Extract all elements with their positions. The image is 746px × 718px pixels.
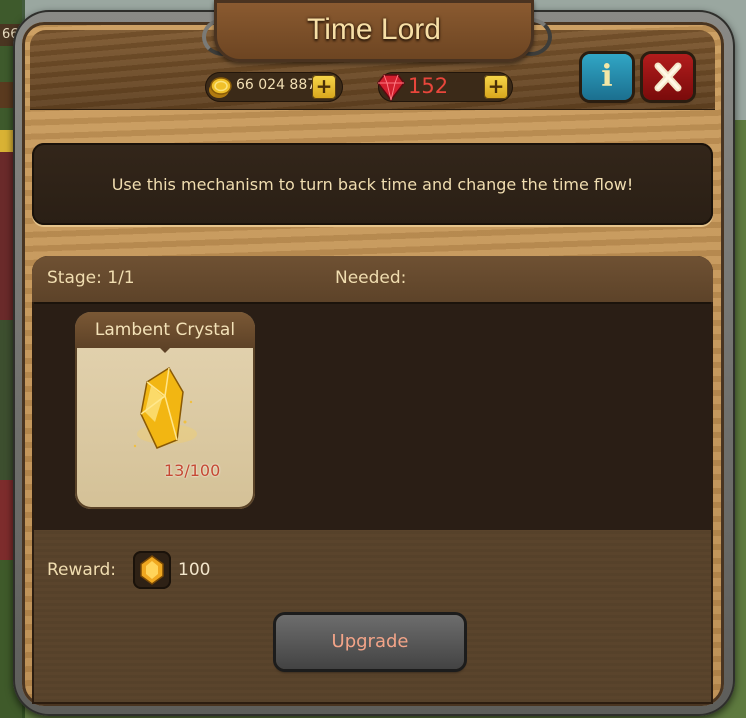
add-gold-button[interactable]: + [312,75,336,99]
needed-label: Needed: [335,268,407,288]
reward-icon-box [133,551,171,589]
gold-star-gem-icon [140,555,164,585]
gold-value: 66 024 887 [236,77,317,93]
reward-label: Reward: [47,560,117,580]
add-gems-button[interactable]: + [484,75,508,99]
ruby-gem-icon [377,74,405,102]
window-title: Time Lord [307,13,441,46]
card-notch [159,347,171,353]
stage-label: Stage: 1/1 [47,268,135,288]
reward-value: 100 [178,560,211,580]
title-plaque: Time Lord [214,0,534,62]
item-name: Lambent Crystal [94,320,236,340]
description-text: Use this mechanism to turn back time and… [111,175,634,194]
gold-coin-icon [209,77,232,98]
item-progress: 13/100 [164,461,221,480]
info-button[interactable]: i [582,54,632,100]
upgrade-button[interactable]: Upgrade [276,615,464,669]
close-icon [654,62,682,92]
close-button[interactable] [643,54,693,100]
description-box: Use this mechanism to turn back time and… [32,143,713,225]
yellow-crystal-icon [133,366,197,449]
gem-value: 152 [408,74,449,98]
